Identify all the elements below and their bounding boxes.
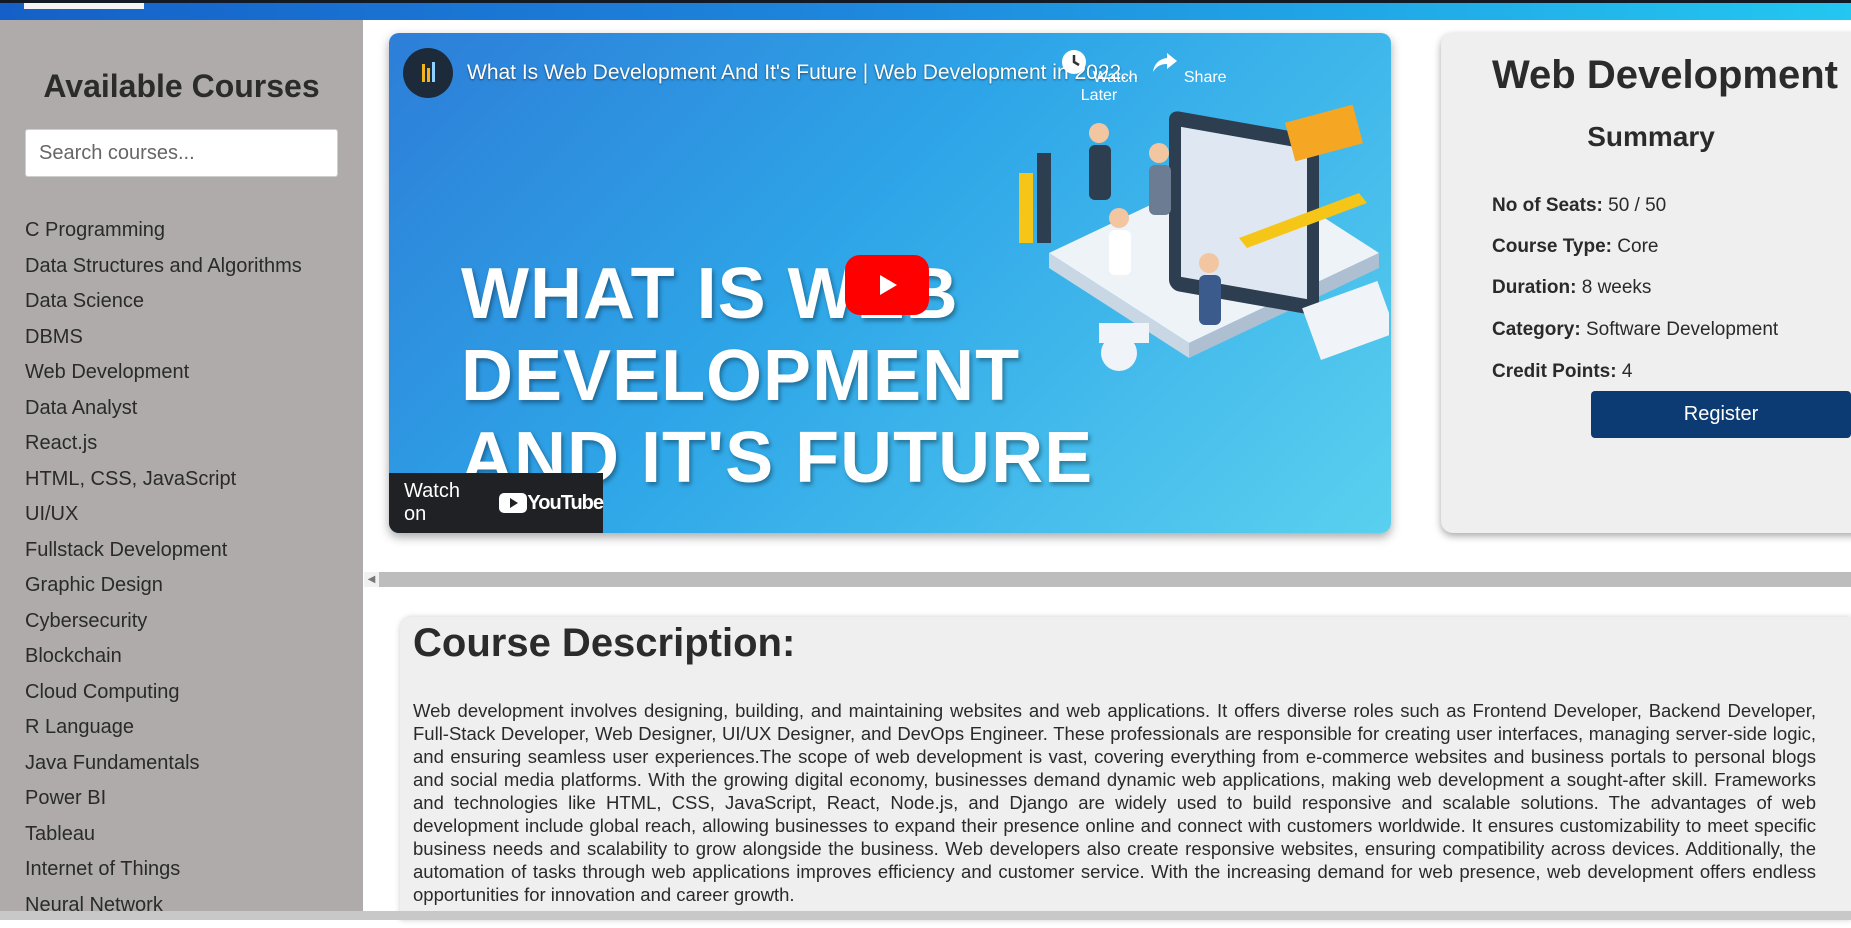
watch-on-youtube-button[interactable]: Watch on YouTube bbox=[389, 473, 603, 533]
course-list-item[interactable]: Power BI bbox=[25, 786, 302, 822]
bottom-scrollbar[interactable] bbox=[0, 911, 1851, 920]
youtube-logo-icon bbox=[499, 493, 527, 513]
course-list-item[interactable]: Cloud Computing bbox=[25, 680, 302, 716]
course-list-item[interactable]: DBMS bbox=[25, 325, 302, 361]
browser-top-bar bbox=[0, 0, 1851, 20]
course-list-item[interactable]: HTML, CSS, JavaScript bbox=[25, 467, 302, 503]
course-list: C ProgrammingData Structures and Algorit… bbox=[25, 218, 302, 928]
duration-label: Duration: bbox=[1492, 277, 1576, 298]
course-list-item[interactable]: Java Fundamentals bbox=[25, 751, 302, 787]
course-list-item[interactable]: UI/UX bbox=[25, 502, 302, 538]
credit-points-label: Credit Points: bbox=[1492, 361, 1617, 382]
browser-tab[interactable] bbox=[24, 3, 144, 9]
youtube-label: YouTube bbox=[527, 492, 603, 515]
summary-heading: Summary bbox=[1441, 121, 1851, 153]
course-type-label: Course Type: bbox=[1492, 236, 1612, 257]
course-list-item[interactable]: Graphic Design bbox=[25, 573, 302, 609]
seats-value: 50 / 50 bbox=[1608, 195, 1666, 216]
course-type-value: Core bbox=[1617, 236, 1658, 257]
course-list-item[interactable]: React.js bbox=[25, 431, 302, 467]
youtube-logo: YouTube bbox=[499, 492, 603, 515]
duration-row: Duration: 8 weeks bbox=[1492, 277, 1651, 299]
credit-points-row: Credit Points: 4 bbox=[1492, 361, 1632, 383]
category-row: Category: Software Development bbox=[1492, 319, 1778, 341]
course-list-item[interactable]: Data Analyst bbox=[25, 396, 302, 432]
watch-on-label: Watch on bbox=[404, 480, 487, 526]
credit-points-value: 4 bbox=[1622, 361, 1633, 382]
search-courses-input[interactable] bbox=[25, 129, 338, 177]
course-description-text: Web development involves designing, buil… bbox=[413, 699, 1816, 906]
course-description-card: Course Description: Web development invo… bbox=[400, 617, 1851, 920]
sidebar-title: Available Courses bbox=[0, 68, 363, 105]
video-thumbnail-headline: WHAT IS WEB DEVELOPMENT AND IT'S FUTURE bbox=[461, 253, 1093, 499]
course-sidebar: Available Courses C ProgrammingData Stru… bbox=[0, 20, 363, 920]
register-button[interactable]: Register bbox=[1591, 391, 1851, 438]
horizontal-scrollbar[interactable]: ◀ bbox=[364, 572, 1851, 587]
course-list-item[interactable]: Internet of Things bbox=[25, 857, 302, 893]
course-list-item[interactable]: R Language bbox=[25, 715, 302, 751]
course-list-item[interactable]: Fullstack Development bbox=[25, 538, 302, 574]
youtube-video-embed[interactable]: What Is Web Development And It's Future … bbox=[389, 33, 1391, 533]
channel-logo-icon bbox=[413, 58, 443, 88]
course-list-item[interactable]: Data Structures and Algorithms bbox=[25, 254, 302, 290]
seats-label: No of Seats: bbox=[1492, 195, 1603, 216]
channel-logo[interactable] bbox=[403, 48, 453, 98]
category-label: Category: bbox=[1492, 319, 1581, 340]
course-list-item[interactable]: C Programming bbox=[25, 218, 302, 254]
play-icon bbox=[874, 272, 900, 298]
course-type-row: Course Type: Core bbox=[1492, 236, 1658, 258]
play-button[interactable] bbox=[845, 255, 929, 315]
scroll-left-arrow-icon[interactable]: ◀ bbox=[364, 572, 379, 587]
course-title: Web Development bbox=[1492, 53, 1838, 98]
main-content: What Is Web Development And It's Future … bbox=[363, 20, 1851, 920]
category-value: Software Development bbox=[1586, 319, 1778, 340]
course-list-item[interactable]: Blockchain bbox=[25, 644, 302, 680]
duration-value: 8 weeks bbox=[1582, 277, 1652, 298]
course-list-item[interactable]: Web Development bbox=[25, 360, 302, 396]
seats-row: No of Seats: 50 / 50 bbox=[1492, 195, 1666, 217]
course-summary-card: Web Development Summary No of Seats: 50 … bbox=[1441, 33, 1851, 533]
course-description-heading: Course Description: bbox=[413, 621, 795, 666]
course-list-item[interactable]: Data Science bbox=[25, 289, 302, 325]
course-list-item[interactable]: Cybersecurity bbox=[25, 609, 302, 645]
course-list-item[interactable]: Tableau bbox=[25, 822, 302, 858]
